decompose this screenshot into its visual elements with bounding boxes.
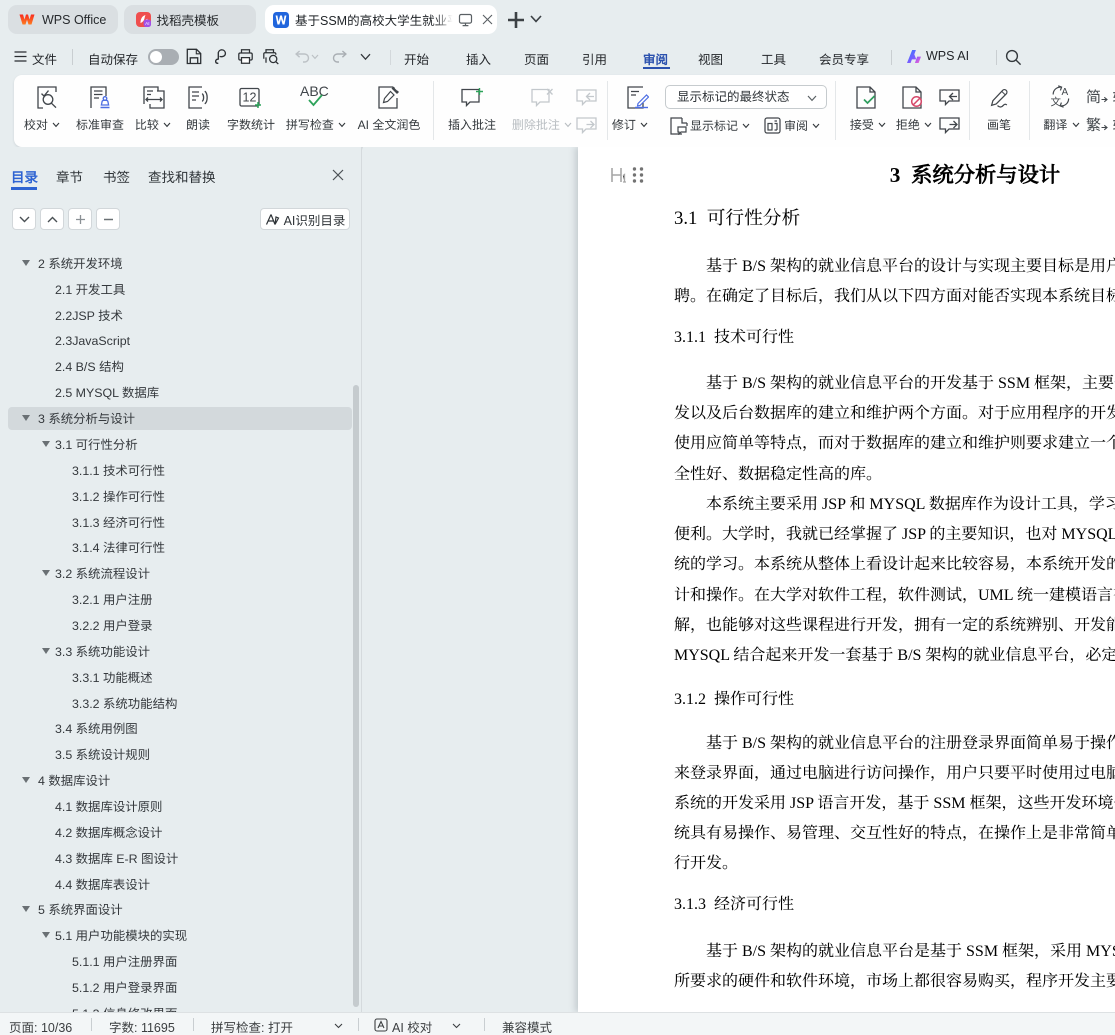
svg-text:繁: 繁 [1086, 114, 1101, 135]
svg-text:ABC: ABC [300, 84, 329, 99]
svg-text:A: A [1062, 87, 1069, 98]
svg-text:12: 12 [243, 91, 257, 105]
svg-text:文: 文 [1051, 95, 1062, 110]
svg-text:简: 简 [1086, 86, 1101, 107]
